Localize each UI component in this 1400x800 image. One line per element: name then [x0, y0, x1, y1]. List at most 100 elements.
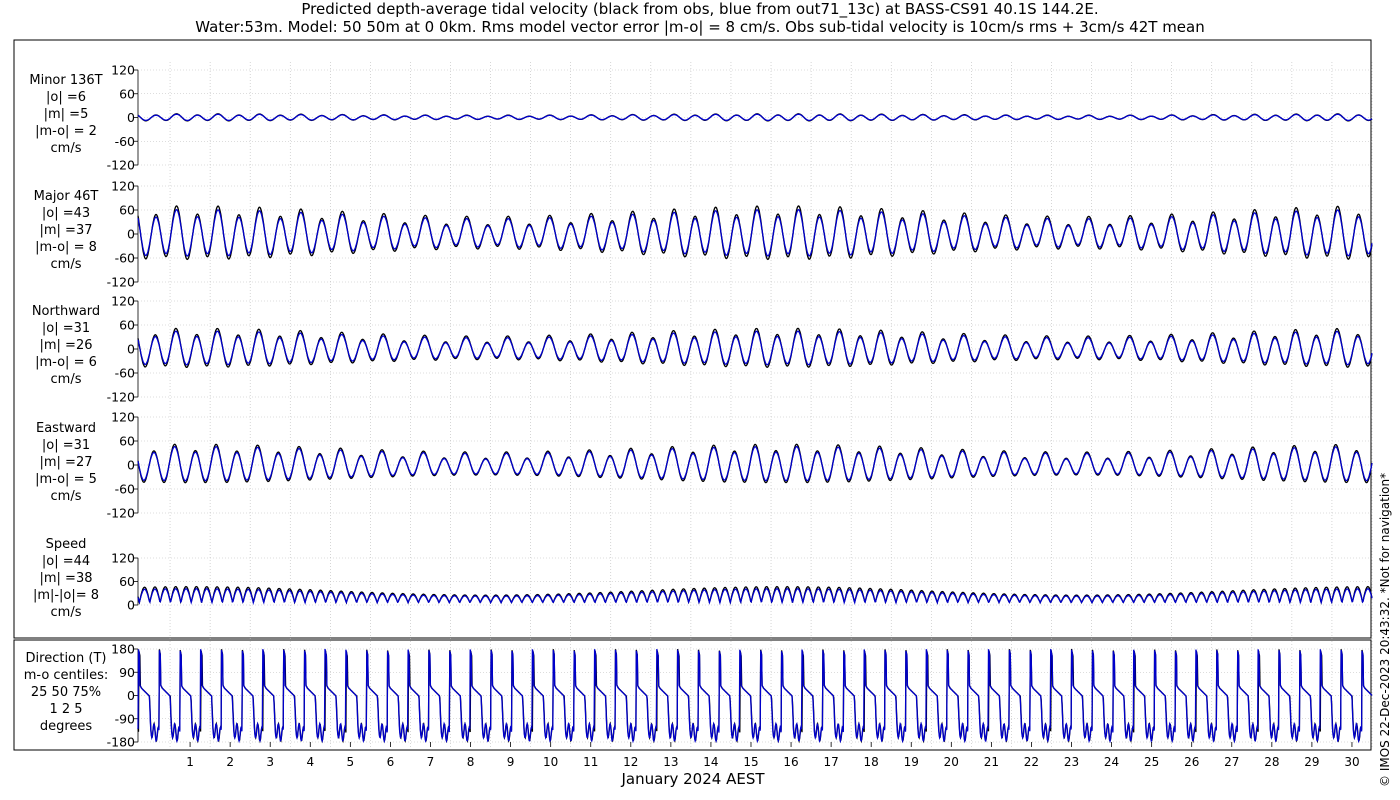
- panel-label-line: |o| =31: [42, 321, 90, 336]
- y-tick-label: 0: [127, 598, 135, 613]
- x-tick-label: 4: [306, 755, 314, 769]
- panel-label-line: |m|-|o|= 8: [33, 588, 99, 603]
- panel-label-line: Eastward: [36, 421, 96, 436]
- x-axis-label: January 2024 AEST: [621, 770, 766, 788]
- x-tick-label: 25: [1144, 755, 1159, 769]
- panel-label-line: |o| =44: [42, 554, 90, 569]
- x-tick-label: 18: [864, 755, 879, 769]
- y-tick-label: -60: [115, 251, 135, 266]
- y-tick-label: -60: [115, 134, 135, 149]
- panel-label-line: Minor 136T: [29, 73, 102, 88]
- panel-label-line: |m-o| = 2: [35, 124, 97, 139]
- x-tick-label: 5: [347, 755, 355, 769]
- x-tick-label: 15: [743, 755, 758, 769]
- x-tick-label: 20: [944, 755, 959, 769]
- panel-label-line: 1 2 5: [49, 702, 82, 717]
- y-tick-label: 0: [127, 110, 135, 125]
- panel-direction: 180 90 0 -90 -180 Direction (T) m-o centiles: 2…: [24, 642, 1373, 750]
- x-tick-label: 3: [266, 755, 274, 769]
- x-tick-label: 29: [1304, 755, 1319, 769]
- y-tick-label: -60: [115, 482, 135, 497]
- x-tick-label: 28: [1264, 755, 1279, 769]
- copyright-notice: © IMOS 22-Dec-2023 20:43:32. *Not for na…: [1378, 472, 1392, 787]
- x-tick-label: 21: [984, 755, 999, 769]
- panel-label-line: |m| =5: [44, 107, 89, 122]
- panel-label-line: Northward: [32, 304, 100, 319]
- x-tick-label: 22: [1024, 755, 1039, 769]
- series-minor-model: [137, 113, 1373, 122]
- y-tick-label: -120: [107, 506, 135, 521]
- panel-label-line: |m-o| = 8: [35, 240, 97, 255]
- x-tick-label: 1: [186, 755, 194, 769]
- tidal-velocity-chart: 120600-60-120Minor 136T|o| =6|m| =5|m-o|…: [13, 39, 1373, 788]
- x-tick-label: 17: [823, 755, 838, 769]
- y-tick-label: 180: [111, 642, 135, 657]
- x-tick-label: 6: [387, 755, 395, 769]
- y-tick-label: 90: [119, 665, 135, 680]
- y-tick-label: -90: [115, 711, 135, 726]
- panel-label-line: Major 46T: [34, 189, 99, 204]
- panel-label-line: cm/s: [51, 489, 82, 504]
- panel-label-line: cm/s: [51, 605, 82, 620]
- x-tick-label: 11: [583, 755, 598, 769]
- y-tick-label: -120: [107, 390, 135, 405]
- panel-label-line: cm/s: [51, 141, 82, 156]
- x-tick-label: 13: [663, 755, 678, 769]
- x-tick-label: 27: [1224, 755, 1239, 769]
- y-tick-label: 60: [119, 434, 135, 449]
- y-tick-label: 120: [111, 179, 135, 194]
- y-tick-label: 60: [119, 318, 135, 333]
- y-tick-label: 120: [111, 63, 135, 78]
- panel-label-line: degrees: [40, 719, 93, 734]
- y-tick-label: -60: [115, 366, 135, 381]
- y-tick-label: 0: [127, 227, 135, 242]
- series-north-model: [137, 330, 1373, 366]
- y-tick-label: 0: [127, 342, 135, 357]
- x-tick-label: 8: [467, 755, 475, 769]
- x-tick-label: 19: [904, 755, 919, 769]
- y-tick-label: -120: [107, 158, 135, 173]
- x-tick-label: 10: [543, 755, 558, 769]
- panel-label-line: m-o centiles:: [24, 668, 109, 683]
- panel-label-line: |m| =37: [40, 223, 93, 238]
- y-tick-label: 60: [119, 574, 135, 589]
- panel-label-line: cm/s: [51, 257, 82, 272]
- series-speed-model: [137, 588, 1373, 606]
- x-tick-label: 2: [226, 755, 234, 769]
- y-tick-label: 0: [127, 458, 135, 473]
- x-tick-label: 16: [783, 755, 798, 769]
- x-tick-label: 26: [1184, 755, 1199, 769]
- x-tick-label: 9: [507, 755, 515, 769]
- panel-label-line: |o| =43: [42, 206, 90, 221]
- series-major-model: [137, 209, 1373, 257]
- direction-series-model: [137, 648, 1373, 744]
- panel-north: 120 60 0 -60 -120 Northward |o| =31 |m| =26 |m-o…: [32, 294, 1373, 405]
- y-tick-label: 60: [119, 86, 135, 101]
- panel-label-line: |o| =31: [42, 438, 90, 453]
- x-tick-label: 12: [623, 755, 638, 769]
- panel-major: 120 60 0 -60 -120 Major 46T |o| =43 |m| =37 |m-o…: [34, 179, 1373, 290]
- y-tick-label: 120: [111, 294, 135, 309]
- x-tick-label: 23: [1064, 755, 1079, 769]
- x-tick-label: 30: [1344, 755, 1359, 769]
- x-tick-label: 7: [427, 755, 435, 769]
- panel-label-line: |m| =27: [40, 455, 93, 470]
- y-tick-label: 0: [127, 688, 135, 703]
- x-tick-label: 14: [703, 755, 718, 769]
- panel-speed: 120 60 0 Speed |o| =44 |m| =38 |m|-|o|= 8 cm/s: [33, 537, 1373, 620]
- y-tick-label: 120: [111, 551, 135, 566]
- y-tick-label: -120: [107, 275, 135, 290]
- panel-label-line: Speed: [46, 537, 87, 552]
- panel-label-line: 25 50 75%: [31, 685, 101, 700]
- panel-label-line: |m| =26: [40, 338, 93, 353]
- panel-label-line: |m| =38: [40, 571, 93, 586]
- panel-minor: 120 60 0 -60 -120 Minor 136T |o| =6 |m| =5 |m-o|…: [29, 63, 1373, 173]
- panel-label-line: cm/s: [51, 372, 82, 387]
- panel-label-line: Direction (T): [26, 651, 107, 666]
- series-east-model: [137, 445, 1373, 482]
- y-tick-label: 120: [111, 410, 135, 425]
- y-tick-label: -180: [107, 735, 135, 750]
- panel-label-line: |m-o| = 5: [35, 472, 97, 487]
- x-tick-label: 24: [1104, 755, 1119, 769]
- panel-label-line: |o| =6: [46, 90, 86, 105]
